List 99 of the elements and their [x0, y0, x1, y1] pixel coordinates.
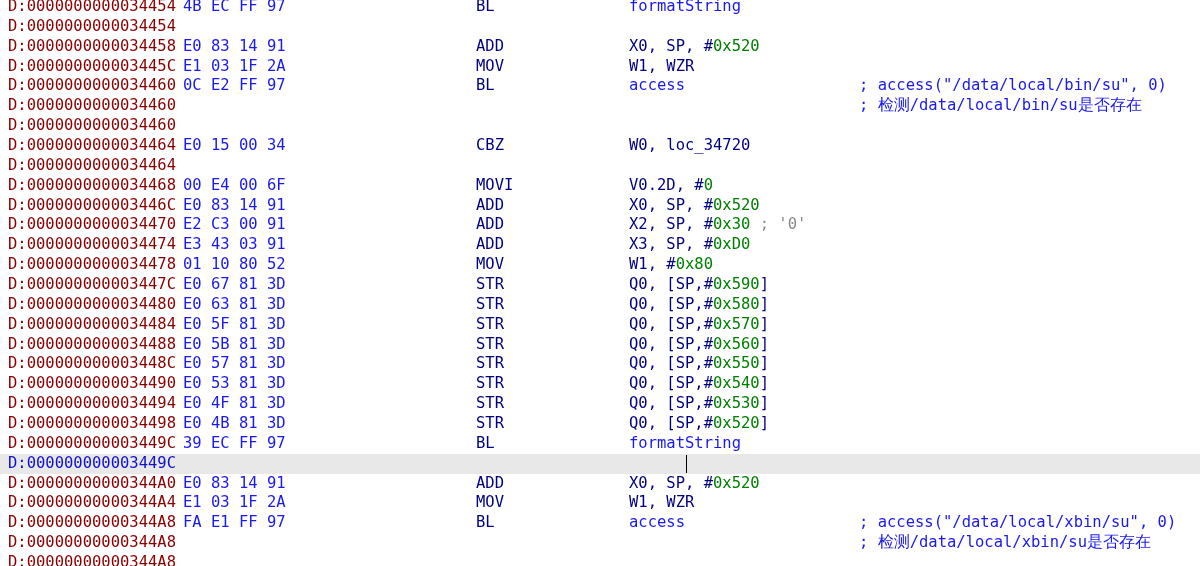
- comment-text: ; access("/data/local/xbin/su", 0): [859, 513, 1177, 534]
- mnemonic-text: STR: [476, 354, 505, 375]
- mnemonic-text: ADD: [476, 195, 505, 216]
- mnemonic-text: STR: [476, 275, 505, 295]
- mnemonic-text: MOV: [476, 255, 505, 276]
- address-text: D:000000000003449C: [8, 433, 177, 454]
- mnemonic-text: ADD: [476, 235, 505, 256]
- address-text: D:0000000000034458: [8, 36, 177, 57]
- operand-text: X0, SP, #0x520: [629, 36, 760, 55]
- operand-text: X0, SP, #0x520: [629, 473, 760, 492]
- operand-text: Q0, [SP,#0x530]: [629, 394, 769, 413]
- mnemonic-text: ADD: [476, 36, 505, 57]
- mnemonic-text: MOV: [476, 56, 505, 77]
- operand-text: formatString: [629, 0, 741, 15]
- operand-text: Q0, [SP,#0x550]: [629, 354, 769, 373]
- operand-text: formatString: [629, 433, 741, 452]
- operand-text: X0, SP, #0x520: [629, 195, 760, 214]
- comment-text: ; 检测/data/local/bin/su是否存在: [859, 96, 1142, 117]
- address-text: D:000000000003446C: [8, 195, 177, 216]
- mnemonic-text: MOVI: [476, 175, 515, 196]
- opcode-bytes: 00 E4 00 6F: [183, 175, 287, 196]
- mnemonic-text: BL: [476, 76, 496, 97]
- address-text: D:0000000000034454: [8, 16, 177, 37]
- operand-text: V0.2D, #0: [629, 175, 713, 194]
- address-text: D:0000000000034460: [8, 76, 177, 97]
- operand-text: W1, WZR: [629, 493, 695, 512]
- address-text: D:0000000000034498: [8, 414, 177, 434]
- opcode-bytes: E0 83 14 91: [183, 195, 287, 216]
- opcode-bytes: 39 EC FF 97: [183, 433, 287, 454]
- address-text: D:0000000000034480: [8, 294, 177, 315]
- address-text: D:0000000000034470: [8, 215, 177, 236]
- opcode-bytes: E0 83 14 91: [183, 36, 287, 57]
- mnemonic-text: BL: [476, 513, 496, 534]
- opcode-bytes: 4B EC FF 97: [183, 0, 287, 17]
- address-text: D:000000000003449C: [8, 453, 177, 474]
- address-text: D:00000000000344A4: [8, 493, 177, 514]
- address-text: D:0000000000034478: [8, 255, 177, 276]
- address-text: D:00000000000344A8: [8, 533, 177, 554]
- operand-text: Q0, [SP,#0x570]: [629, 314, 769, 333]
- opcode-bytes: E0 4B 81 3D: [183, 414, 287, 434]
- opcode-bytes: E0 67 81 3D: [183, 275, 287, 295]
- address-text: D:0000000000034460: [8, 96, 177, 117]
- operand-text: Q0, [SP,#0x540]: [629, 374, 769, 393]
- opcode-bytes: E0 5F 81 3D: [183, 314, 287, 335]
- opcode-bytes: E0 83 14 91: [183, 473, 287, 494]
- mnemonic-text: ADD: [476, 473, 505, 494]
- opcode-bytes: E0 15 00 34: [183, 136, 287, 156]
- address-text: D:0000000000034490: [8, 374, 177, 395]
- operand-text: access: [629, 76, 685, 95]
- address-text: D:0000000000034494: [8, 394, 177, 415]
- mnemonic-text: STR: [476, 334, 505, 355]
- operand-text: access: [629, 513, 685, 532]
- opcode-bytes: FA E1 FF 97: [183, 513, 287, 534]
- mnemonic-text: ADD: [476, 215, 505, 236]
- mnemonic-text: STR: [476, 374, 505, 395]
- opcode-bytes: 0C E2 FF 97: [183, 76, 287, 97]
- mnemonic-text: STR: [476, 394, 505, 415]
- opcode-bytes: E1 03 1F 2A: [183, 493, 287, 514]
- comment-text: ; access("/data/local/bin/su", 0): [859, 76, 1167, 97]
- opcode-bytes: 01 10 80 52: [183, 255, 287, 276]
- operand-text: X2, SP, #0x30 ; '0': [629, 215, 807, 234]
- opcode-bytes: E1 03 1F 2A: [183, 56, 287, 77]
- address-text: D:0000000000034464: [8, 155, 177, 176]
- operand-text: W0, loc_34720: [629, 136, 751, 154]
- address-text: D:00000000000344A0: [8, 473, 177, 494]
- mnemonic-text: STR: [476, 314, 505, 335]
- operand-text: Q0, [SP,#0x580]: [629, 294, 769, 313]
- operand-text: W1, #0x80: [629, 255, 713, 274]
- opcode-bytes: E0 63 81 3D: [183, 294, 287, 315]
- mnemonic-text: STR: [476, 294, 505, 315]
- opcode-bytes: E0 57 81 3D: [183, 354, 287, 375]
- comment-text: ; 检测/data/local/xbin/su是否存在: [859, 533, 1151, 554]
- address-text: D:000000000003445C: [8, 56, 177, 77]
- address-text: D:0000000000034488: [8, 334, 177, 355]
- mnemonic-text: BL: [476, 433, 496, 454]
- address-text: D:0000000000034474: [8, 235, 177, 256]
- mnemonic-text: STR: [476, 414, 505, 434]
- operand-text: X3, SP, #0xD0: [629, 235, 751, 254]
- mnemonic-text: BL: [476, 0, 496, 17]
- operand-text: Q0, [SP,#0x560]: [629, 334, 769, 353]
- address-text: D:0000000000034460: [8, 116, 177, 136]
- address-text: D:0000000000034484: [8, 314, 177, 335]
- opcode-bytes: E0 4F 81 3D: [183, 394, 287, 415]
- opcode-bytes: E2 C3 00 91: [183, 215, 287, 236]
- mnemonic-text: MOV: [476, 493, 505, 514]
- address-text: D:000000000003448C: [8, 354, 177, 375]
- address-text: D:000000000003447C: [8, 275, 177, 295]
- operand-text: W1, WZR: [629, 56, 695, 75]
- address-text: D:0000000000034454: [8, 0, 177, 17]
- opcode-bytes: E3 43 03 91: [183, 235, 287, 256]
- operand-text: Q0, [SP,#0x520]: [629, 414, 769, 433]
- opcode-bytes: E0 53 81 3D: [183, 374, 287, 395]
- mnemonic-text: CBZ: [476, 136, 505, 156]
- opcode-bytes: E0 5B 81 3D: [183, 334, 287, 355]
- operand-text: Q0, [SP,#0x590]: [629, 275, 769, 294]
- address-text: D:0000000000034464: [8, 136, 177, 156]
- address-text: D:00000000000344A8: [8, 513, 177, 534]
- address-text: D:0000000000034468: [8, 175, 177, 196]
- text-cursor: [686, 454, 687, 473]
